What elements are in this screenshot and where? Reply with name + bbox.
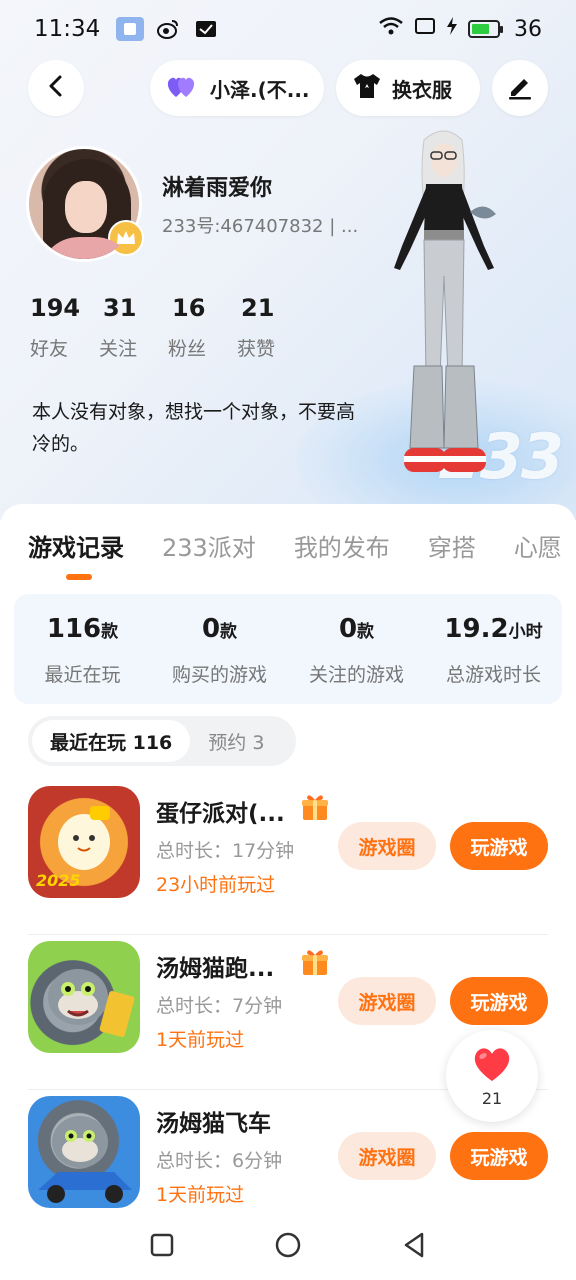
summary-label: 最近在玩: [44, 664, 121, 686]
play-game-button[interactable]: 玩游戏: [450, 977, 548, 1025]
change-outfit-button[interactable]: 换衣服: [336, 60, 480, 116]
battery-level: 36: [514, 16, 542, 42]
game-row[interactable]: 2025 蛋仔派对(... 总时长：17分钟 23小时前玩过 游戏圈 玩游戏: [28, 780, 548, 935]
username: 淋着雨爱你: [162, 176, 273, 201]
friend-relation-pill[interactable]: 小泽.(不...: [150, 60, 324, 116]
game-icon[interactable]: 2025: [28, 786, 140, 898]
profile-bio: 本人没有对象，想找一个对象，不要高冷的。: [32, 401, 356, 455]
tab-strip: 游戏记录 233派对 我的发布 穿搭 心愿: [0, 504, 576, 584]
stat-label: 关注: [99, 338, 138, 360]
game-icon[interactable]: [28, 1096, 140, 1208]
game-circle-button[interactable]: 游戏圈: [338, 977, 436, 1025]
like-button[interactable]: 21: [446, 1030, 538, 1122]
game-name[interactable]: 汤姆猫飞车: [156, 1104, 286, 1138]
like-count: 21: [481, 1088, 503, 1108]
friend-relation-label: 小泽.(不...: [210, 77, 310, 102]
game-icon[interactable]: [28, 941, 140, 1053]
game-duration: 总时长：7分钟: [156, 995, 283, 1017]
game-list: 2025 蛋仔派对(... 总时长：17分钟 23小时前玩过 游戏圈 玩游戏 汤…: [0, 780, 576, 1245]
summary-unit: 款: [220, 622, 238, 642]
gift-icon[interactable]: [300, 947, 330, 977]
stat-label: 粉丝: [168, 338, 207, 360]
summary-value: 0: [338, 614, 358, 644]
game-last-played: 23小时前玩过: [156, 874, 276, 896]
game-last-played: 1天前玩过: [156, 1184, 245, 1206]
back-nav-button[interactable]: [401, 1231, 427, 1263]
summary-unit: 款: [357, 622, 375, 642]
game-duration: 总时长：17分钟: [156, 840, 295, 862]
game-subtabs: 最近在玩 116 预约 3: [28, 716, 296, 766]
stat-friends[interactable]: 194 好友: [30, 294, 99, 361]
play-game-button[interactable]: 玩游戏: [450, 1132, 548, 1180]
game-icon-tag: 2025: [36, 871, 81, 890]
stat-value: 16: [172, 294, 206, 322]
game-circle-button[interactable]: 游戏圈: [338, 822, 436, 870]
stat-label: 获赞: [237, 338, 276, 360]
double-heart-icon: [164, 72, 200, 104]
summary-followed[interactable]: 0款 关注的游戏: [288, 594, 425, 704]
tab-game-records[interactable]: 游戏记录: [28, 528, 124, 580]
summary-value: 19.2: [444, 614, 509, 644]
user-id[interactable]: 233号:467407832 | ...: [162, 212, 358, 238]
game-last-played: 1天前玩过: [156, 1029, 245, 1051]
tab-wishlist[interactable]: 心愿: [514, 528, 562, 563]
screen-icon: [414, 16, 436, 42]
stat-fans[interactable]: 16 粉丝: [168, 294, 237, 361]
tab-233-party[interactable]: 233派对: [162, 528, 256, 563]
heart-icon: [471, 1045, 513, 1087]
tab-outfits[interactable]: 穿搭: [428, 528, 476, 563]
wifi-icon: [378, 16, 404, 42]
summary-unit: 小时: [508, 622, 543, 642]
battery-icon: [468, 20, 503, 38]
content-sheet: 游戏记录 233派对 我的发布 穿搭 心愿 116款 最近在玩 0款 购买的游戏…: [0, 504, 576, 1280]
profile-stats: 194 好友 31 关注 16 粉丝 21 获赞: [30, 294, 306, 361]
summary-value: 116: [46, 614, 102, 644]
summary-purchased[interactable]: 0款 购买的游戏: [151, 594, 288, 704]
profile-tabs: 游戏记录 233派对 我的发布 穿搭 心愿: [28, 528, 576, 580]
avatar-character[interactable]: [384, 126, 504, 486]
subtab-recent[interactable]: 最近在玩 116: [32, 720, 191, 762]
game-duration: 总时长：6分钟: [156, 1150, 283, 1172]
stat-value: 194: [30, 294, 81, 322]
change-outfit-label: 换衣服: [392, 77, 452, 102]
back-button[interactable]: [28, 60, 84, 116]
status-time: 11:34: [34, 16, 101, 42]
charging-icon: [446, 16, 458, 42]
chevron-left-icon: [46, 74, 66, 102]
stat-value: 21: [241, 294, 275, 322]
game-name[interactable]: 蛋仔派对(...: [156, 794, 286, 828]
tshirt-icon: [352, 72, 382, 104]
message-icon: [192, 17, 220, 41]
recent-apps-button[interactable]: [149, 1232, 175, 1262]
play-game-button[interactable]: 玩游戏: [450, 822, 548, 870]
summary-label: 关注的游戏: [308, 664, 404, 686]
app-notification-icon: [116, 17, 145, 41]
stat-likes[interactable]: 21 获赞: [237, 294, 306, 361]
profile-hero: 233 11:34 36 小泽.(不... 换衣服 淋着雨爱你 233号:467…: [0, 0, 576, 520]
weibo-icon: [154, 17, 182, 41]
user-avatar[interactable]: [26, 146, 144, 262]
summary-value: 0: [201, 614, 221, 644]
game-circle-button[interactable]: 游戏圈: [338, 1132, 436, 1180]
stat-label: 好友: [30, 338, 69, 360]
summary-playtime[interactable]: 19.2小时 总游戏时长: [425, 594, 562, 704]
stat-value: 31: [103, 294, 137, 322]
summary-recent[interactable]: 116款 最近在玩: [14, 594, 151, 704]
stat-following[interactable]: 31 关注: [99, 294, 168, 361]
pencil-icon: [506, 72, 534, 104]
home-button[interactable]: [274, 1231, 302, 1263]
tab-my-posts[interactable]: 我的发布: [294, 528, 390, 563]
status-bar: 11:34 36: [0, 0, 576, 58]
summary-unit: 款: [101, 622, 119, 642]
game-name[interactable]: 汤姆猫跑...: [156, 949, 286, 983]
gift-icon[interactable]: [300, 792, 330, 822]
game-summary-card: 116款 最近在玩 0款 购买的游戏 0款 关注的游戏 19.2小时 总游戏时长: [14, 594, 562, 704]
system-nav-bar: [0, 1214, 576, 1280]
summary-label: 购买的游戏: [171, 664, 267, 686]
edit-profile-button[interactable]: [492, 60, 548, 116]
summary-label: 总游戏时长: [445, 664, 541, 686]
subtab-reserved[interactable]: 预约 3: [190, 720, 282, 762]
